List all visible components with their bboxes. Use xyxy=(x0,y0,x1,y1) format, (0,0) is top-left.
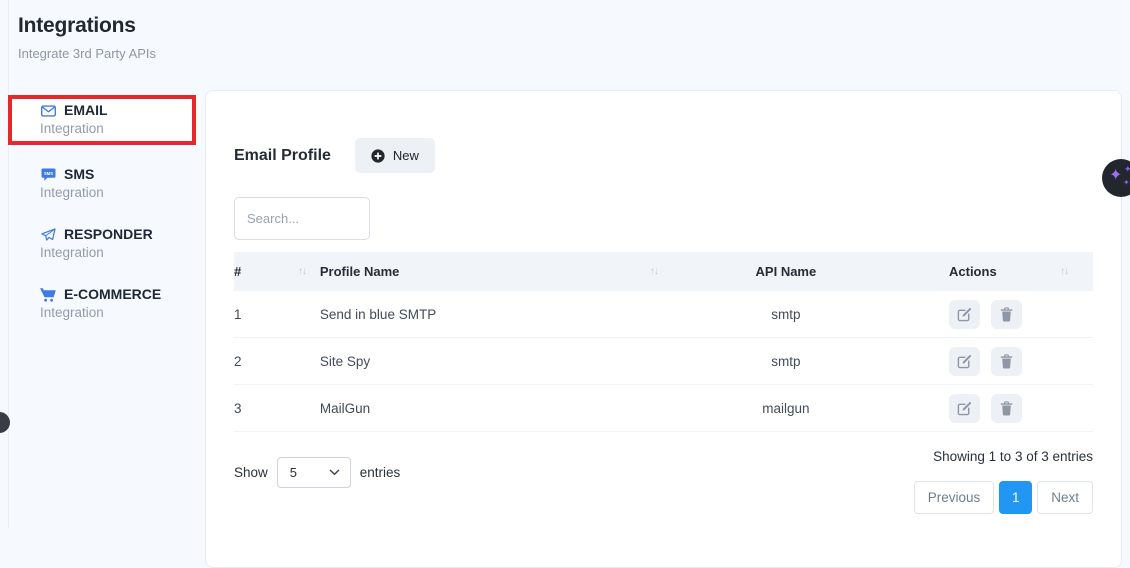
page-title: Integrations xyxy=(18,14,156,38)
column-header-actions[interactable]: Actions ↑↓ xyxy=(904,264,1093,279)
actions-cell xyxy=(904,347,1093,376)
new-profile-button[interactable]: New xyxy=(355,138,435,173)
sidebar-item-sms[interactable]: SMS SMS Integration xyxy=(8,160,205,207)
actions-cell xyxy=(904,300,1093,329)
sidebar-item-label: E-COMMERCE xyxy=(64,286,161,303)
profile-name-cell: Send in blue SMTP xyxy=(320,307,668,322)
sidebar-item-sublabel: Integration xyxy=(40,121,192,137)
chevron-down-icon xyxy=(329,469,340,476)
sidebar-item-ecommerce-row: E-COMMERCE xyxy=(40,286,205,303)
paper-plane-icon xyxy=(40,228,56,241)
column-label: # xyxy=(234,264,241,279)
api-name-cell: mailgun xyxy=(668,401,904,416)
column-label: API Name xyxy=(756,264,817,279)
actions-cell xyxy=(904,394,1093,423)
row-number: 3 xyxy=(234,401,320,416)
delete-button[interactable] xyxy=(991,347,1022,376)
trash-icon xyxy=(1000,354,1013,369)
sort-icon: ↑↓ xyxy=(650,266,658,277)
card-title: Email Profile xyxy=(234,147,331,165)
show-label: Show xyxy=(234,465,268,480)
integrations-sidebar: EMAIL Integration SMS SMS Integration RE… xyxy=(8,90,205,568)
email-profile-card: Email Profile New # ↑↓ Profile Name ↑↓ xyxy=(205,90,1122,568)
edit-icon xyxy=(957,401,972,416)
edit-button[interactable] xyxy=(949,300,980,329)
api-name-cell: smtp xyxy=(668,307,904,322)
sidebar-item-responder[interactable]: RESPONDER Integration xyxy=(8,220,205,267)
api-name-cell: smtp xyxy=(668,354,904,369)
sort-icon: ↑↓ xyxy=(1060,266,1068,277)
shopping-cart-icon xyxy=(40,288,56,302)
edit-icon xyxy=(957,307,972,322)
sidebar-item-ecommerce[interactable]: E-COMMERCE Integration xyxy=(8,280,205,327)
column-label: Profile Name xyxy=(320,264,399,279)
new-button-label: New xyxy=(393,148,419,163)
page-header: Integrations Integrate 3rd Party APIs xyxy=(18,14,156,61)
sidebar-item-sublabel: Integration xyxy=(40,185,205,201)
envelope-icon xyxy=(40,105,56,117)
trash-icon xyxy=(1000,401,1013,416)
sidebar-item-label: EMAIL xyxy=(64,102,108,119)
sidebar-item-email-row: EMAIL xyxy=(40,102,192,119)
entries-label: entries xyxy=(360,465,401,480)
sidebar-item-label: RESPONDER xyxy=(64,226,153,243)
page-1-button[interactable]: 1 xyxy=(999,481,1032,514)
sidebar-item-sublabel: Integration xyxy=(40,305,205,321)
edit-button[interactable] xyxy=(949,394,980,423)
content-area: EMAIL Integration SMS SMS Integration RE… xyxy=(8,90,1122,568)
table-row: 2 Site Spy smtp xyxy=(234,338,1093,385)
card-header: Email Profile New xyxy=(234,138,1093,173)
table-header-row: # ↑↓ Profile Name ↑↓ API Name Actions ↑↓ xyxy=(234,252,1093,291)
sidebar-item-responder-row: RESPONDER xyxy=(40,226,205,243)
plus-circle-icon xyxy=(371,149,385,163)
page-size-value: 5 xyxy=(290,465,297,480)
delete-button[interactable] xyxy=(991,394,1022,423)
column-header-num[interactable]: # ↑↓ xyxy=(234,264,320,279)
delete-button[interactable] xyxy=(991,300,1022,329)
pagination: Previous 1 Next xyxy=(914,481,1093,514)
previous-page-button[interactable]: Previous xyxy=(914,481,995,514)
edit-button[interactable] xyxy=(949,347,980,376)
column-label: Actions xyxy=(949,264,997,279)
footer-right: Showing 1 to 3 of 3 entries Previous 1 N… xyxy=(914,449,1093,514)
edit-icon xyxy=(957,354,972,369)
next-page-button[interactable]: Next xyxy=(1037,481,1093,514)
profile-name-cell: MailGun xyxy=(320,401,668,416)
table-row: 3 MailGun mailgun xyxy=(234,385,1093,432)
sort-icon: ↑↓ xyxy=(298,266,306,277)
row-number: 1 xyxy=(234,307,320,322)
table-row: 1 Send in blue SMTP smtp xyxy=(234,291,1093,338)
svg-text:SMS: SMS xyxy=(44,171,53,176)
page-size-select[interactable]: 5 xyxy=(277,457,351,488)
sidebar-item-sms-row: SMS SMS xyxy=(40,166,205,183)
sparkle-icon: ✦ xyxy=(1123,179,1130,187)
sidebar-item-label: SMS xyxy=(64,166,94,183)
table-footer: Show 5 entries Showing 1 to 3 of 3 entri… xyxy=(234,449,1093,514)
sparkle-icon: ✦ xyxy=(1109,168,1122,184)
sms-bubble-icon: SMS xyxy=(40,168,56,182)
column-header-api-name: API Name xyxy=(668,264,904,279)
trash-icon xyxy=(1000,307,1013,322)
sidebar-item-sublabel: Integration xyxy=(40,245,205,261)
profiles-table: # ↑↓ Profile Name ↑↓ API Name Actions ↑↓… xyxy=(234,252,1093,432)
sidebar-item-email[interactable]: EMAIL Integration xyxy=(8,95,196,145)
profile-name-cell: Site Spy xyxy=(320,354,668,369)
sparkle-icon: ✦ xyxy=(1124,165,1130,174)
page-subtitle: Integrate 3rd Party APIs xyxy=(18,46,156,61)
showing-entries-info: Showing 1 to 3 of 3 entries xyxy=(933,449,1093,464)
page-size-control: Show 5 entries xyxy=(234,457,400,488)
column-header-profile-name[interactable]: Profile Name ↑↓ xyxy=(320,264,668,279)
row-number: 2 xyxy=(234,354,320,369)
search-input[interactable] xyxy=(234,197,370,240)
